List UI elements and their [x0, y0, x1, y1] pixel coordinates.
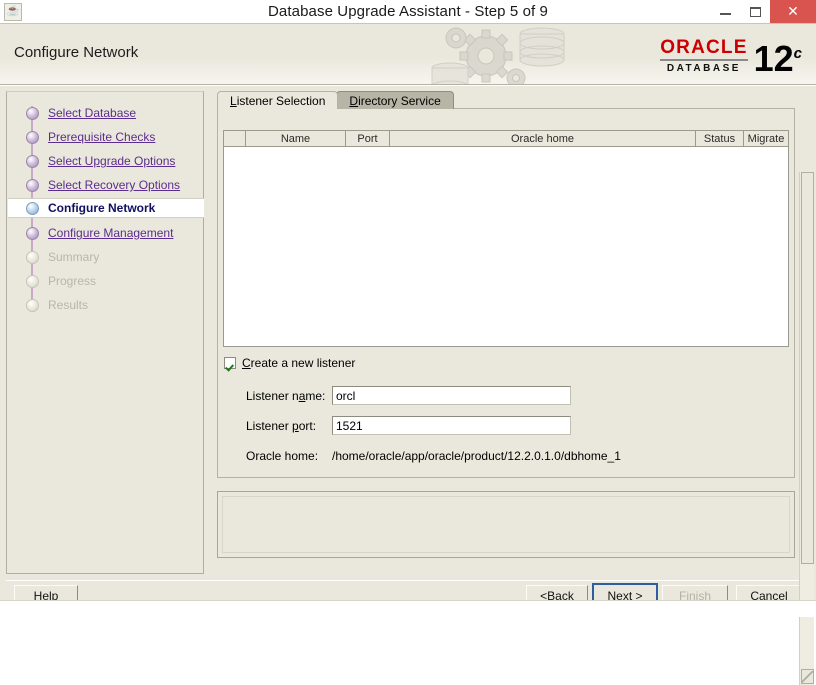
create-new-listener-checkbox-row[interactable]: Create a new listener — [224, 356, 355, 370]
sidebar-item-label: Prerequisite Checks — [48, 130, 156, 144]
table-col-status[interactable]: Status — [696, 131, 744, 146]
sidebar-item-label: Progress — [48, 274, 97, 288]
oracle-home-row: Oracle home: /home/oracle/app/oracle/pro… — [224, 445, 784, 466]
listener-name-label: Listener name: — [224, 389, 332, 403]
sidebar-item-label: Summary — [48, 250, 100, 264]
table-col-oracle-home[interactable]: Oracle home — [390, 131, 696, 146]
oracle-divider — [660, 59, 748, 61]
status-strip — [0, 600, 816, 617]
table-col-port[interactable]: Port — [346, 131, 390, 146]
sidebar-item-label: Results — [48, 298, 89, 312]
step-bullet-icon — [26, 178, 39, 192]
step-bullet-icon — [26, 298, 39, 312]
resize-grip[interactable] — [801, 671, 813, 683]
oracle-version: 12c — [754, 36, 802, 77]
tab-strip: Listener Selection Directory Service — [217, 90, 795, 109]
label-post: me: — [305, 388, 326, 403]
window-title: Database Upgrade Assistant - Step 5 of 9 — [268, 3, 548, 20]
sidebar-item-label: Select Upgrade Options — [48, 154, 176, 168]
step-bullet-icon — [26, 201, 39, 215]
sidebar-item-select-upgrade-options[interactable]: Select Upgrade Options — [8, 151, 204, 171]
window-titlebar: ☕ Database Upgrade Assistant - Step 5 of… — [0, 0, 816, 23]
sidebar-item-summary: Summary — [8, 247, 204, 267]
table-col-select[interactable] — [224, 131, 246, 146]
gears-database-artwork — [431, 27, 565, 84]
sidebar-item-prerequisite-checks[interactable]: Prerequisite Checks — [8, 127, 204, 147]
table-col-migrate[interactable]: Migrate — [744, 131, 788, 146]
table-col-name[interactable]: Name — [246, 131, 346, 146]
close-button[interactable]: ✕ — [770, 0, 816, 23]
oracle-logo: ORACLE DATABASE 12c — [612, 30, 802, 82]
step-bullet-icon — [26, 106, 39, 120]
page-title: Configure Network — [14, 44, 139, 61]
checkbox-label-rest: reate a new listener — [250, 356, 356, 370]
table-body-empty — [224, 147, 788, 346]
listener-name-row: Listener name: — [224, 385, 784, 406]
tab-panel-listener-selection: Name Port Oracle home Status Migrate Cre… — [217, 108, 795, 478]
sidebar-item-label: Configure Management — [48, 226, 174, 240]
step-bullet-icon — [26, 250, 39, 264]
oracle-brand-text: ORACLE — [660, 37, 748, 58]
listener-port-label: Listener port: — [224, 419, 332, 433]
create-new-listener-label: Create a new listener — [242, 356, 355, 370]
listeners-table[interactable]: Name Port Oracle home Status Migrate — [223, 130, 789, 347]
tab-listener-selection[interactable]: Listener Selection — [217, 91, 339, 109]
sidebar-item-label: Select Database — [48, 106, 137, 120]
minimize-button[interactable] — [710, 0, 740, 23]
tab-label-rest: irectory Service — [358, 93, 441, 108]
content-panel: Listener Selection Directory Service Nam… — [212, 87, 798, 577]
step-bullet-icon — [26, 130, 39, 144]
tab-directory-service[interactable]: Directory Service — [336, 91, 454, 109]
window-controls: ✕ — [710, 0, 816, 23]
step-bullet-icon — [26, 154, 39, 168]
sidebar-item-select-recovery-options[interactable]: Select Recovery Options — [8, 175, 204, 195]
checkbox-mnemonic: C — [242, 356, 251, 370]
version-suffix: c — [793, 44, 802, 62]
oracle-wordmark: ORACLE DATABASE — [660, 37, 748, 74]
sidebar-item-label: Select Recovery Options — [48, 178, 181, 192]
listener-port-input[interactable] — [332, 416, 571, 435]
tab-mnemonic: D — [349, 93, 359, 108]
tab-mnemonic: L — [230, 93, 237, 108]
page-banner: Configure Network ORACLE DATABASE 12c — [0, 23, 816, 85]
scrollbar-thumb[interactable] — [801, 172, 814, 564]
oracle-home-value: /home/oracle/app/oracle/product/12.2.0.1… — [332, 448, 621, 463]
info-message-area — [222, 496, 790, 553]
label-mnemonic: p — [292, 418, 299, 433]
oracle-home-label: Oracle home: — [246, 448, 319, 463]
sidebar-item-progress: Progress — [8, 271, 204, 291]
sidebar-item-select-database[interactable]: Select Database — [8, 103, 204, 123]
label-post: ort: — [298, 418, 317, 433]
oracle-product-text: DATABASE — [666, 63, 741, 74]
tab-label-rest: istener Selection — [236, 93, 326, 108]
info-message-panel — [217, 491, 795, 558]
sidebar-item-label: Configure Network — [48, 201, 156, 215]
table-header-row: Name Port Oracle home Status Migrate — [224, 131, 788, 147]
wizard-steps-sidebar: Select Database Prerequisite Checks Sele… — [6, 91, 204, 574]
maximize-button[interactable] — [740, 0, 770, 23]
label-pre: Listener — [246, 418, 293, 433]
sidebar-item-results: Results — [8, 295, 204, 315]
sidebar-item-configure-network[interactable]: Configure Network — [8, 198, 204, 218]
create-new-listener-checkbox[interactable] — [224, 357, 236, 369]
step-bullet-icon — [26, 274, 39, 288]
sidebar-item-configure-management[interactable]: Configure Management — [8, 223, 204, 243]
listener-port-row: Listener port: — [224, 415, 784, 436]
version-number: 12 — [753, 37, 794, 79]
listener-name-input[interactable] — [332, 386, 571, 405]
label-pre: Listener n — [246, 388, 299, 403]
main-frame: Select Database Prerequisite Checks Sele… — [0, 85, 816, 685]
step-bullet-icon — [26, 226, 39, 240]
